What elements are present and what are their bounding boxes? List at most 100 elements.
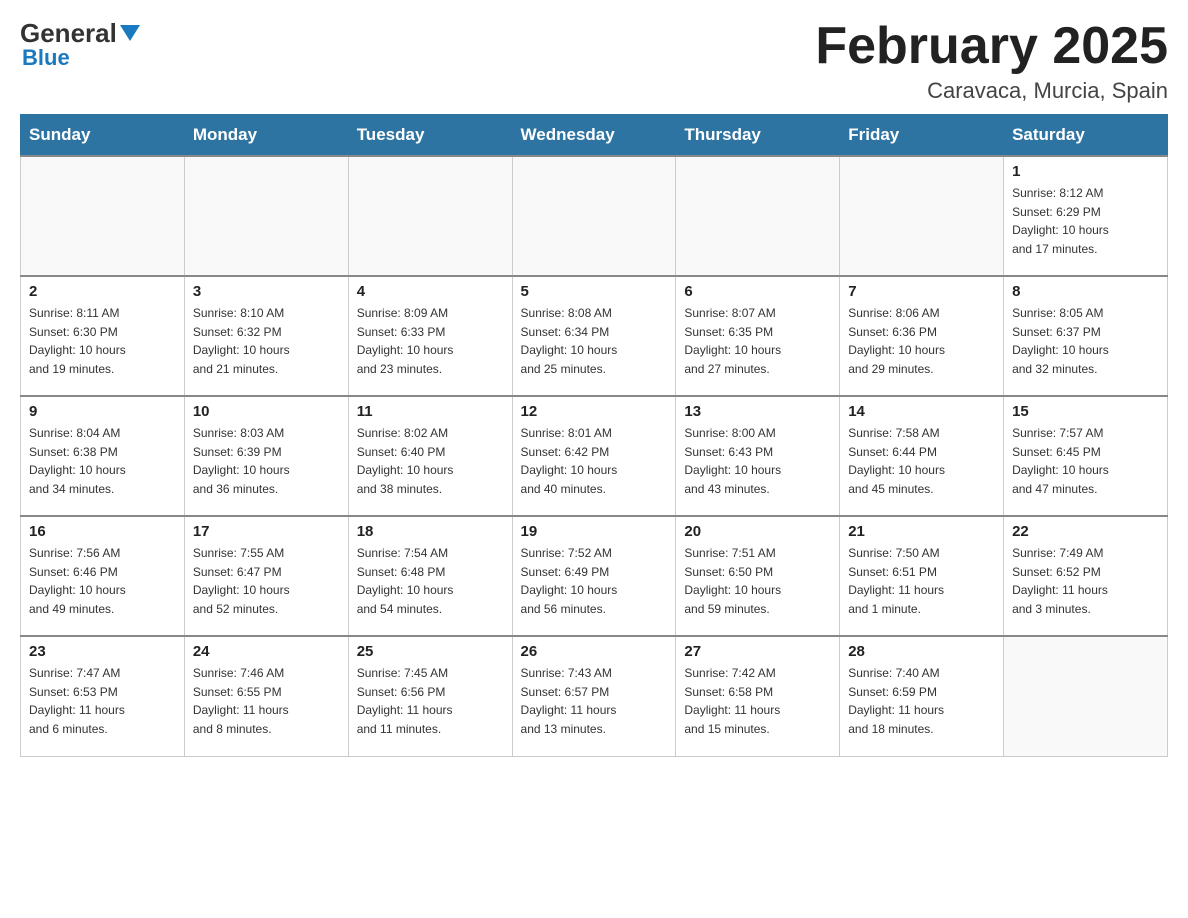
calendar-cell: 10 Sunrise: 8:03 AMSunset: 6:39 PMDayligh…	[184, 396, 348, 516]
logo: General Blue	[20, 20, 140, 70]
day-number: 24	[193, 643, 340, 660]
day-number: 23	[29, 643, 176, 660]
day-info: Sunrise: 7:50 AMSunset: 6:51 PMDaylight:…	[848, 544, 995, 618]
calendar-cell: 9 Sunrise: 8:04 AMSunset: 6:38 PMDaylight…	[21, 396, 185, 516]
calendar-cell: 15Sunrise: 7:57 AMSunset: 6:45 PMDayligh…	[1004, 396, 1168, 516]
calendar-cell: 2 Sunrise: 8:11 AMSunset: 6:30 PMDaylight…	[21, 276, 185, 396]
day-info: Sunrise: 7:42 AMSunset: 6:58 PMDaylight:…	[684, 664, 831, 738]
calendar-cell: 17 Sunrise: 7:55 AMSunset: 6:47 PMDayligh…	[184, 516, 348, 636]
day-number: 27	[684, 643, 831, 660]
day-info: Sunrise: 8:04 AMSunset: 6:38 PMDaylight:…	[29, 424, 176, 498]
day-info: Sunrise: 8:03 AMSunset: 6:39 PMDaylight:…	[193, 424, 340, 498]
day-info: Sunrise: 8:07 AMSunset: 6:35 PMDaylight:…	[684, 304, 831, 378]
month-title: February 2025	[815, 20, 1168, 72]
day-info: Sunrise: 7:52 AMSunset: 6:49 PMDaylight:…	[521, 544, 668, 618]
day-info: Sunrise: 7:51 AMSunset: 6:50 PMDaylight:…	[684, 544, 831, 618]
day-number: 18	[357, 523, 504, 540]
day-info: Sunrise: 8:01 AMSunset: 6:42 PMDaylight:…	[521, 424, 668, 498]
day-number: 11	[357, 403, 504, 420]
logo-general-text: General	[20, 20, 140, 46]
week-row-4: 16Sunrise: 7:56 AMSunset: 6:46 PMDayligh…	[21, 516, 1168, 636]
calendar-cell: 14Sunrise: 7:58 AMSunset: 6:44 PMDayligh…	[840, 396, 1004, 516]
day-info: Sunrise: 8:05 AMSunset: 6:37 PMDaylight:…	[1012, 304, 1159, 378]
day-number: 8	[1012, 283, 1159, 300]
day-info: Sunrise: 8:08 AMSunset: 6:34 PMDaylight:…	[521, 304, 668, 378]
page-header: General Blue February 2025 Caravaca, Mur…	[20, 20, 1168, 104]
col-thursday: Thursday	[676, 115, 840, 157]
calendar-cell	[1004, 636, 1168, 756]
day-info: Sunrise: 8:02 AMSunset: 6:40 PMDaylight:…	[357, 424, 504, 498]
calendar-header-row: Sunday Monday Tuesday Wednesday Thursday…	[21, 115, 1168, 157]
day-number: 16	[29, 523, 176, 540]
calendar-cell: 27 Sunrise: 7:42 AMSunset: 6:58 PMDayligh…	[676, 636, 840, 756]
logo-blue-text: Blue	[22, 46, 70, 70]
calendar-cell	[184, 156, 348, 276]
day-number: 15	[1012, 403, 1159, 420]
day-info: Sunrise: 7:54 AMSunset: 6:48 PMDaylight:…	[357, 544, 504, 618]
location: Caravaca, Murcia, Spain	[815, 78, 1168, 104]
day-number: 19	[521, 523, 668, 540]
day-number: 6	[684, 283, 831, 300]
day-info: Sunrise: 8:12 AMSunset: 6:29 PMDaylight:…	[1012, 184, 1159, 258]
day-number: 10	[193, 403, 340, 420]
day-number: 3	[193, 283, 340, 300]
calendar-cell: 16Sunrise: 7:56 AMSunset: 6:46 PMDayligh…	[21, 516, 185, 636]
calendar-cell	[840, 156, 1004, 276]
week-row-3: 9 Sunrise: 8:04 AMSunset: 6:38 PMDaylight…	[21, 396, 1168, 516]
week-row-1: 1 Sunrise: 8:12 AMSunset: 6:29 PMDaylight…	[21, 156, 1168, 276]
logo-triangle-icon	[120, 25, 140, 41]
day-number: 21	[848, 523, 995, 540]
calendar-cell: 1 Sunrise: 8:12 AMSunset: 6:29 PMDaylight…	[1004, 156, 1168, 276]
calendar-cell: 3 Sunrise: 8:10 AMSunset: 6:32 PMDaylight…	[184, 276, 348, 396]
calendar-cell: 12 Sunrise: 8:01 AMSunset: 6:42 PMDayligh…	[512, 396, 676, 516]
day-info: Sunrise: 8:06 AMSunset: 6:36 PMDaylight:…	[848, 304, 995, 378]
day-number: 12	[521, 403, 668, 420]
day-info: Sunrise: 8:00 AMSunset: 6:43 PMDaylight:…	[684, 424, 831, 498]
day-info: Sunrise: 7:46 AMSunset: 6:55 PMDaylight:…	[193, 664, 340, 738]
day-number: 17	[193, 523, 340, 540]
calendar-cell: 11 Sunrise: 8:02 AMSunset: 6:40 PMDayligh…	[348, 396, 512, 516]
day-number: 2	[29, 283, 176, 300]
day-info: Sunrise: 8:09 AMSunset: 6:33 PMDaylight:…	[357, 304, 504, 378]
day-info: Sunrise: 7:55 AMSunset: 6:47 PMDaylight:…	[193, 544, 340, 618]
title-block: February 2025 Caravaca, Murcia, Spain	[815, 20, 1168, 104]
day-number: 28	[848, 643, 995, 660]
day-number: 1	[1012, 163, 1159, 180]
calendar-cell: 13 Sunrise: 8:00 AMSunset: 6:43 PMDayligh…	[676, 396, 840, 516]
day-info: Sunrise: 7:58 AMSunset: 6:44 PMDaylight:…	[848, 424, 995, 498]
day-info: Sunrise: 7:45 AMSunset: 6:56 PMDaylight:…	[357, 664, 504, 738]
day-number: 13	[684, 403, 831, 420]
day-number: 25	[357, 643, 504, 660]
week-row-5: 23 Sunrise: 7:47 AMSunset: 6:53 PMDayligh…	[21, 636, 1168, 756]
calendar-cell: 4Sunrise: 8:09 AMSunset: 6:33 PMDaylight…	[348, 276, 512, 396]
calendar-cell: 7 Sunrise: 8:06 AMSunset: 6:36 PMDaylight…	[840, 276, 1004, 396]
calendar-cell: 24 Sunrise: 7:46 AMSunset: 6:55 PMDayligh…	[184, 636, 348, 756]
day-info: Sunrise: 8:10 AMSunset: 6:32 PMDaylight:…	[193, 304, 340, 378]
calendar-cell: 22 Sunrise: 7:49 AMSunset: 6:52 PMDayligh…	[1004, 516, 1168, 636]
day-number: 22	[1012, 523, 1159, 540]
calendar-cell: 8 Sunrise: 8:05 AMSunset: 6:37 PMDaylight…	[1004, 276, 1168, 396]
day-info: Sunrise: 7:40 AMSunset: 6:59 PMDaylight:…	[848, 664, 995, 738]
week-row-2: 2 Sunrise: 8:11 AMSunset: 6:30 PMDaylight…	[21, 276, 1168, 396]
col-sunday: Sunday	[21, 115, 185, 157]
calendar-cell: 23 Sunrise: 7:47 AMSunset: 6:53 PMDayligh…	[21, 636, 185, 756]
day-info: Sunrise: 7:47 AMSunset: 6:53 PMDaylight:…	[29, 664, 176, 738]
calendar-cell: 28 Sunrise: 7:40 AMSunset: 6:59 PMDayligh…	[840, 636, 1004, 756]
calendar-cell	[21, 156, 185, 276]
day-number: 7	[848, 283, 995, 300]
col-wednesday: Wednesday	[512, 115, 676, 157]
calendar-cell: 21 Sunrise: 7:50 AMSunset: 6:51 PMDayligh…	[840, 516, 1004, 636]
calendar-cell: 25 Sunrise: 7:45 AMSunset: 6:56 PMDayligh…	[348, 636, 512, 756]
calendar-cell: 6 Sunrise: 8:07 AMSunset: 6:35 PMDaylight…	[676, 276, 840, 396]
day-number: 5	[521, 283, 668, 300]
calendar-table: Sunday Monday Tuesday Wednesday Thursday…	[20, 114, 1168, 757]
col-saturday: Saturday	[1004, 115, 1168, 157]
calendar-cell: 20Sunrise: 7:51 AMSunset: 6:50 PMDayligh…	[676, 516, 840, 636]
calendar-cell: 19 Sunrise: 7:52 AMSunset: 6:49 PMDayligh…	[512, 516, 676, 636]
day-info: Sunrise: 7:49 AMSunset: 6:52 PMDaylight:…	[1012, 544, 1159, 618]
calendar-cell	[348, 156, 512, 276]
day-number: 9	[29, 403, 176, 420]
col-friday: Friday	[840, 115, 1004, 157]
day-info: Sunrise: 8:11 AMSunset: 6:30 PMDaylight:…	[29, 304, 176, 378]
col-tuesday: Tuesday	[348, 115, 512, 157]
